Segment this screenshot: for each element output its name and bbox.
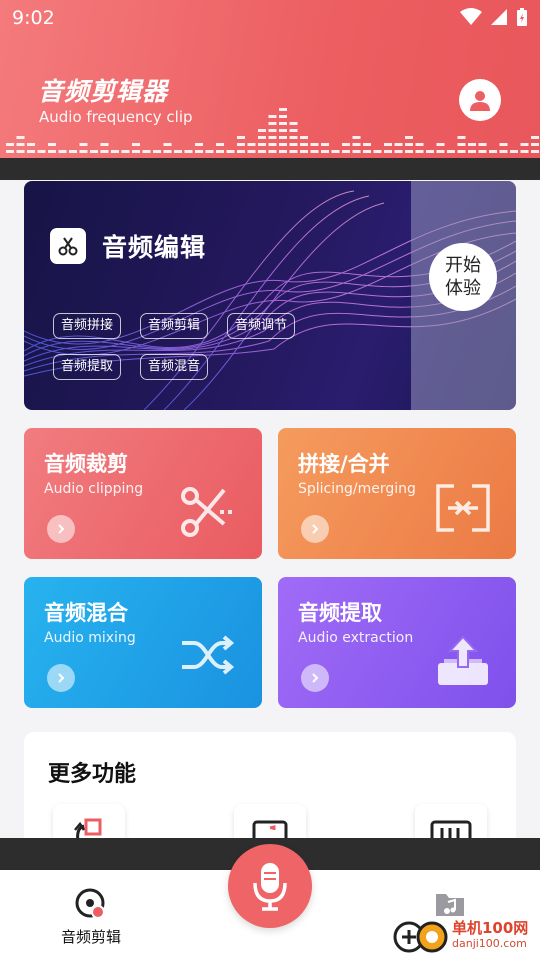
start-experience-button[interactable]: 开始 体验: [429, 243, 497, 311]
card-audio-extraction[interactable]: 音频提取 Audio extraction: [278, 577, 516, 708]
chip-audio-extract: 音频提取: [53, 354, 122, 380]
equalizer-decoration: [6, 108, 539, 153]
disc-icon: [75, 888, 105, 919]
watermark-logo-icon: [393, 921, 448, 953]
site-watermark: 单机100网 danji100.com: [392, 918, 528, 954]
tab-audio-edit-label: 音频剪辑: [60, 928, 121, 946]
music-folder-icon: [436, 894, 464, 916]
scissors-logo-icon: [50, 228, 86, 264]
status-icons: [460, 7, 528, 27]
wifi-icon: [460, 8, 482, 25]
more-features-panel: 更多功能: [24, 732, 516, 864]
chip-audio-splice: 音频拼接: [53, 313, 122, 339]
chevron-right-icon[interactable]: [47, 664, 75, 692]
chevron-right-icon[interactable]: [301, 664, 329, 692]
card-audio-clipping[interactable]: 音频裁剪 Audio clipping: [24, 428, 262, 559]
card-subtitle: Audio mixing: [44, 630, 136, 646]
status-time: 9:02: [12, 7, 55, 29]
card-splicing-merging[interactable]: 拼接/合并 Splicing/merging: [278, 428, 516, 559]
chip-audio-adjust: 音频调节: [227, 313, 296, 339]
record-microphone-button[interactable]: [228, 844, 312, 928]
chip-audio-edit: 音频剪辑: [140, 313, 209, 339]
card-title: 音频混合: [44, 601, 128, 625]
chevron-right-icon[interactable]: [301, 515, 329, 543]
card-subtitle: Audio extraction: [298, 630, 414, 646]
banner-title: 音频编辑: [102, 233, 207, 262]
chevron-right-icon[interactable]: [47, 515, 75, 543]
card-subtitle: Splicing/merging: [298, 481, 416, 497]
watermark-text: 单机100网: [452, 919, 529, 937]
microphone-icon: [253, 863, 287, 911]
promo-banner[interactable]: 音频编辑 音频拼接 音频剪辑 音频调节 音频提取 音频混音 开始 体验: [24, 181, 516, 410]
signal-icon: [491, 9, 507, 25]
more-features-title: 更多功能: [48, 762, 137, 787]
shuffle-icon: [182, 635, 235, 675]
tab-audio-edit[interactable]: 音频剪辑: [52, 888, 130, 947]
tab-my-files[interactable]: [420, 888, 480, 922]
start-label-line1: 开始: [445, 255, 481, 276]
status-bar: 9:02: [0, 0, 540, 36]
scissors-icon: [181, 487, 234, 537]
merge-icon: [436, 484, 490, 532]
card-subtitle: Audio clipping: [44, 481, 144, 497]
card-title: 音频提取: [298, 601, 382, 625]
battery-icon: [517, 8, 527, 26]
card-title: 音频裁剪: [44, 452, 128, 476]
chip-audio-mix: 音频混音: [140, 354, 209, 380]
watermark-url: danji100.com: [452, 937, 527, 950]
divider-bar: [0, 158, 540, 180]
card-title: 拼接/合并: [298, 452, 390, 476]
export-icon: [438, 635, 488, 685]
card-audio-mixing[interactable]: 音频混合 Audio mixing: [24, 577, 262, 708]
start-label-line2: 体验: [445, 278, 481, 299]
app-header: 9:02 音频剪辑器 Audio frequency clip: [0, 0, 540, 158]
